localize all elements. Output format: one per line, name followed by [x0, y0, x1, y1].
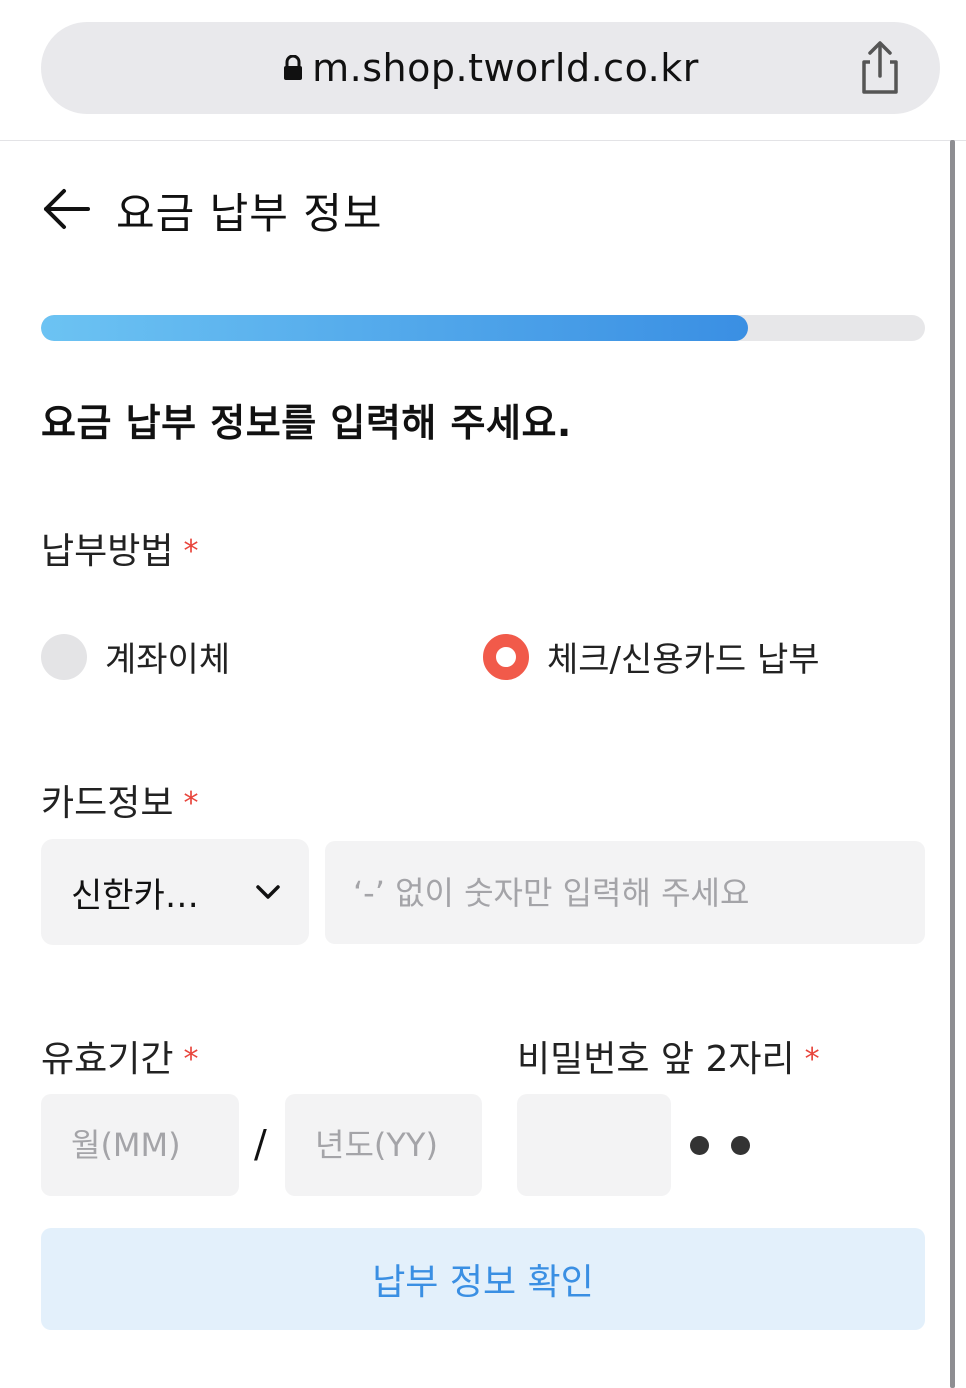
scrollbar[interactable] [950, 140, 955, 1388]
lock-icon [282, 54, 304, 81]
progress-bar [41, 315, 925, 341]
browser-toolbar: m.shop.tworld.co.kr [0, 0, 966, 141]
confirm-payment-info-button[interactable]: 납부 정보 확인 [41, 1228, 925, 1330]
password-label-text: 비밀번호 앞 2자리 [517, 1039, 795, 1080]
progress-bar-fill [41, 315, 749, 341]
expiry-label: 유효기간 * [41, 1030, 198, 1082]
share-icon[interactable] [856, 40, 904, 96]
radio-button-selected[interactable] [483, 633, 529, 680]
expiry-month-input[interactable] [41, 1094, 239, 1196]
payment-method-label-text: 납부방법 [41, 531, 174, 572]
date-separator: / [254, 1122, 267, 1166]
payment-method-label: 납부방법 * [41, 522, 198, 574]
back-arrow-icon[interactable] [40, 185, 92, 233]
radio-label-card: 체크/신용카드 납부 [547, 640, 820, 680]
section-heading: 요금 납부 정보를 입력해 주세요. [41, 401, 572, 445]
mask-dot [690, 1136, 709, 1155]
required-asterisk: * [183, 534, 199, 569]
password-mask-dots [690, 1136, 750, 1155]
address-bar[interactable]: m.shop.tworld.co.kr [41, 22, 940, 114]
page-title: 요금 납부 정보 [116, 189, 383, 238]
card-company-select[interactable]: 신한카… [41, 839, 309, 945]
required-asterisk: * [183, 786, 199, 821]
expiry-label-text: 유효기간 [41, 1039, 174, 1080]
expiry-year-input[interactable] [285, 1094, 482, 1196]
mask-dot [731, 1136, 750, 1155]
required-asterisk: * [804, 1042, 820, 1077]
password-label: 비밀번호 앞 2자리 * [517, 1030, 820, 1082]
card-info-label: 카드정보 * [41, 774, 198, 826]
radio-option-card[interactable]: 체크/신용카드 납부 [483, 632, 820, 681]
card-info-label-text: 카드정보 [41, 783, 174, 824]
radio-button-unselected[interactable] [41, 633, 87, 680]
radio-option-bank-transfer[interactable]: 계좌이체 [41, 632, 230, 681]
password-prefix-input[interactable] [517, 1094, 671, 1196]
chevron-down-icon [255, 883, 281, 901]
card-company-value: 신한카… [71, 875, 199, 916]
radio-label-bank-transfer: 계좌이체 [105, 640, 231, 680]
required-asterisk: * [183, 1042, 199, 1077]
card-number-input[interactable] [325, 841, 925, 944]
url-text: m.shop.tworld.co.kr [312, 46, 699, 90]
address-bar-content: m.shop.tworld.co.kr [41, 22, 940, 114]
